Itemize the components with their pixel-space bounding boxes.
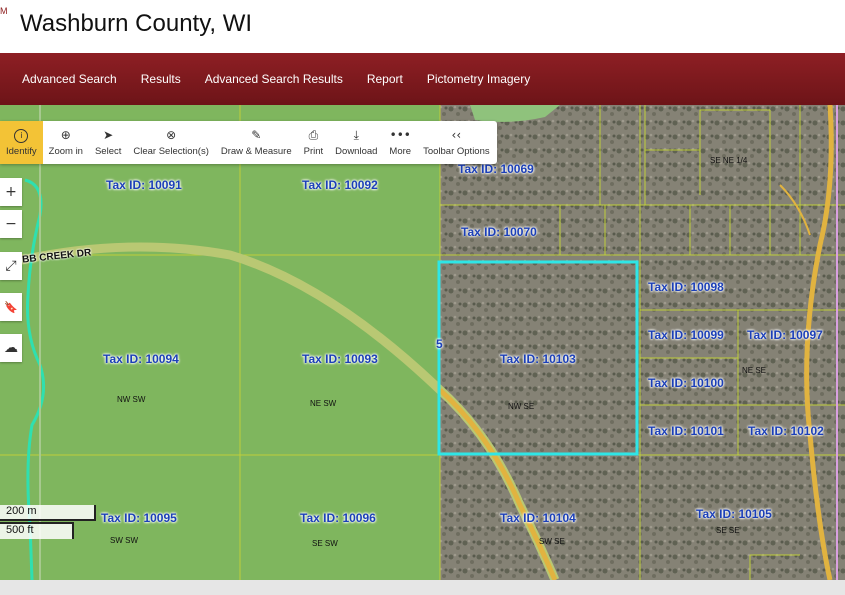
map-toolbar: i Identify ⊕ Zoom in ➤ Select ⊗ Clear Se… — [0, 121, 497, 164]
nav-results[interactable]: Results — [129, 72, 193, 86]
zoom-in-icon: ⊕ — [60, 128, 71, 142]
more-icon: ••• — [389, 128, 411, 142]
select-tool[interactable]: ➤ Select — [89, 121, 127, 164]
tool-label: Zoom in — [48, 146, 83, 157]
parcel-label[interactable]: Tax ID: 10105 — [696, 507, 772, 521]
nav-advanced-search-results[interactable]: Advanced Search Results — [193, 72, 355, 86]
minus-icon: − — [5, 216, 17, 232]
map-view[interactable]: BB CREEK DR Tax ID: 10091 Tax ID: 10092 … — [0, 105, 845, 580]
tool-label: More — [389, 146, 412, 157]
collapse-icon: ‹‹ — [451, 128, 462, 142]
quarter-label: SE SE — [716, 526, 740, 535]
parcel-label[interactable]: Tax ID: 10094 — [103, 352, 179, 366]
nav-pictometry-imagery[interactable]: Pictometry Imagery — [415, 72, 542, 86]
quarter-label: SW SE — [539, 537, 565, 546]
quarter-label: SE NE 1/4 — [710, 156, 748, 165]
full-extent-button[interactable]: ⤢ — [0, 252, 22, 280]
nav-report[interactable]: Report — [355, 72, 415, 86]
parcel-label[interactable]: Tax ID: 10095 — [101, 511, 177, 525]
logo-icon: M — [0, 6, 8, 16]
parcel-label[interactable]: Tax ID: 10101 — [648, 424, 724, 438]
extent-icon: ⤢ — [5, 258, 17, 274]
quarter-label: NW SW — [117, 395, 146, 404]
parcel-label[interactable]: Tax ID: 10069 — [458, 162, 534, 176]
tool-label: Identify — [6, 145, 37, 157]
clear-icon: ⊗ — [166, 128, 177, 142]
parcel-label[interactable]: Tax ID: 10103 — [500, 352, 576, 366]
download-icon: ⤓ — [353, 128, 359, 142]
tool-label: Toolbar Options — [423, 146, 490, 157]
quarter-label: SE SW — [312, 539, 338, 548]
clear-selection-tool[interactable]: ⊗ Clear Selection(s) — [127, 121, 215, 164]
tool-label: Select — [94, 146, 122, 157]
download-tool[interactable]: ⤓ Download — [329, 121, 383, 164]
pencil-icon: ✎ — [251, 128, 262, 142]
bookmarks-button[interactable]: 🔖 — [0, 293, 22, 321]
scale-bar-metric: 200 m — [0, 505, 96, 521]
page-title: Washburn County, WI — [20, 10, 253, 37]
identify-tool[interactable]: i Identify — [0, 121, 43, 164]
parcel-label[interactable]: Tax ID: 10091 — [106, 178, 182, 192]
layers-icon: ☁ — [4, 340, 18, 356]
parcel-label[interactable]: Tax ID: 10098 — [648, 280, 724, 294]
bookmark-icon: 🔖 — [4, 300, 18, 314]
draw-measure-tool[interactable]: ✎ Draw & Measure — [215, 121, 298, 164]
parcel-label[interactable]: Tax ID: 10100 — [648, 376, 724, 390]
parcel-label[interactable]: Tax ID: 10070 — [461, 225, 537, 239]
toolbar-options-tool[interactable]: ‹‹ Toolbar Options — [417, 121, 496, 164]
parcel-label[interactable]: Tax ID: 10092 — [302, 178, 378, 192]
quarter-label: NE SE — [742, 366, 767, 375]
zoom-out-button[interactable]: − — [0, 210, 22, 238]
tool-label: Draw & Measure — [220, 146, 292, 157]
cursor-icon: ➤ — [103, 128, 114, 142]
tool-label: Download — [335, 146, 378, 157]
app-header: M Washburn County, WI — [0, 0, 845, 53]
tool-label: Clear Selection(s) — [133, 146, 209, 157]
parcel-label[interactable]: Tax ID: 10097 — [747, 328, 823, 342]
parcel-label[interactable]: Tax ID: 10096 — [300, 511, 376, 525]
main-nav: Advanced Search Results Advanced Search … — [0, 53, 845, 105]
zoom-in-button[interactable]: + — [0, 178, 22, 206]
printer-icon: ⎙ — [308, 128, 319, 142]
parcel-label[interactable]: Tax ID: 10093 — [302, 352, 378, 366]
zoom-in-tool[interactable]: ⊕ Zoom in — [43, 121, 89, 164]
quarter-label: SW SW — [110, 536, 138, 545]
plus-icon: + — [5, 184, 17, 200]
footer-strip — [0, 580, 845, 595]
tool-label: Print — [303, 146, 324, 157]
parcel-label[interactable]: Tax ID: 10099 — [648, 328, 724, 342]
nav-advanced-search[interactable]: Advanced Search — [10, 72, 129, 86]
quarter-label: NE SW — [310, 399, 337, 408]
parcel-label[interactable]: Tax ID: 10104 — [500, 511, 576, 525]
scale-bar-imperial: 500 ft — [0, 522, 74, 539]
print-tool[interactable]: ⎙ Print — [298, 121, 330, 164]
info-icon: i — [14, 128, 29, 143]
more-tool[interactable]: ••• More — [383, 121, 417, 164]
parcel-label[interactable]: Tax ID: 10102 — [748, 424, 824, 438]
section-number: 5 — [436, 337, 443, 351]
quarter-label: NW SE — [508, 402, 535, 411]
layers-button[interactable]: ☁ — [0, 334, 22, 362]
